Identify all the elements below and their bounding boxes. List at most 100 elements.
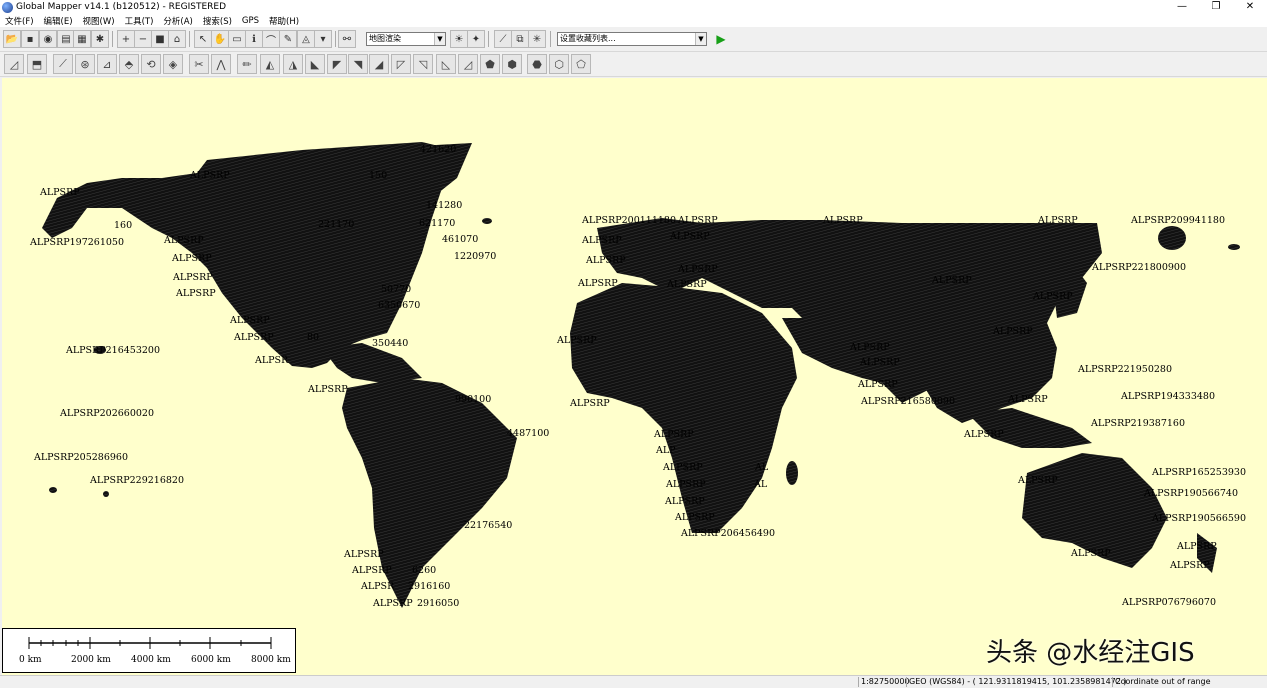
menu-bar: 文件(F) 编辑(E) 视图(W) 工具(T) 分析(A) 搜索(S) GPS …	[0, 14, 1267, 27]
create-area-from-line-icon[interactable]: ⬒	[27, 54, 47, 74]
southeast-asia-coverage	[967, 408, 1092, 448]
config-icon[interactable]: ✱	[91, 30, 109, 48]
menu-gps[interactable]: GPS	[237, 16, 264, 26]
feature-tool-4-icon[interactable]: ◤	[327, 54, 347, 74]
footprint-label: 160	[114, 220, 133, 231]
footprint-label: 6350670	[378, 300, 421, 311]
footprint-label: ALPSRP	[663, 462, 703, 473]
3d-view-icon[interactable]: ⟋	[494, 30, 512, 48]
view-shed-icon[interactable]: ◬	[297, 30, 315, 48]
chevron-down-icon[interactable]: ▼	[695, 33, 706, 45]
shader-icon[interactable]: ☀	[450, 30, 468, 48]
madagascar-coverage	[786, 461, 798, 485]
footprint-label: ALPSRP	[308, 384, 348, 395]
footprint-label: ALPSRP200111180	[582, 215, 677, 226]
feature-tool-11-icon[interactable]: ⬟	[480, 54, 500, 74]
feature-tool-5-icon[interactable]: ◥	[348, 54, 368, 74]
footprint-label: 80	[307, 332, 320, 343]
feature-tool-2-icon[interactable]: ◮	[283, 54, 303, 74]
zoom-out-icon[interactable]: −	[134, 30, 152, 48]
create-line-icon[interactable]: ⟋	[53, 54, 73, 74]
menu-analysis[interactable]: 分析(A)	[158, 15, 197, 27]
feature-tool-9-icon[interactable]: ◺	[436, 54, 456, 74]
chevron-down-icon[interactable]: ▼	[434, 33, 445, 45]
save-icon[interactable]: ▪	[21, 30, 39, 48]
footprint-label: ALPSRP	[850, 342, 890, 353]
footprint-label: 1220970	[454, 251, 497, 262]
move-feature-icon[interactable]: ⬘	[119, 54, 139, 74]
footprint-label: ALPSRP	[172, 253, 212, 264]
footprint-label: ALPSRP	[964, 429, 1004, 440]
restore-button[interactable]: ❐	[1199, 0, 1233, 14]
favorites-combo[interactable]: 设置收藏列表... ▼	[557, 32, 707, 46]
footprint-label: 990100	[455, 394, 492, 405]
scale-bar: 0 km 2000 km 4000 km 6000 km 8000 km	[2, 628, 296, 673]
footprint-label: ALPSRP216580090	[861, 396, 956, 407]
map-view[interactable]: 421620 ALPSRP ALPSRP 160 ALPSRP197261050…	[2, 78, 1267, 675]
scale-tick-label: 6000 km	[191, 655, 231, 665]
feature-tool-8-icon[interactable]: ◹	[413, 54, 433, 74]
footprint-label: ALPSRP	[570, 398, 610, 409]
full-view-icon[interactable]: ■	[151, 30, 169, 48]
render-combo[interactable]: 地图渲染 ▼	[366, 32, 446, 46]
footprint-label: ALPSRP190566740	[1144, 488, 1239, 499]
measure-tool-icon[interactable]: ▭	[228, 30, 246, 48]
create-point-icon[interactable]: ⊛	[75, 54, 95, 74]
render-combo-value: 地图渲染	[369, 34, 401, 43]
join-line-icon[interactable]: ⋀	[211, 54, 231, 74]
minimize-button[interactable]: —	[1165, 0, 1199, 14]
binoculars-icon[interactable]: ⚯	[338, 30, 356, 48]
rotate-feature-icon[interactable]: ⟲	[141, 54, 161, 74]
play-icon[interactable]: ▶	[712, 30, 730, 48]
footprint-label: AL	[755, 462, 769, 473]
feature-tool-7-icon[interactable]: ◸	[391, 54, 411, 74]
menu-help[interactable]: 帮助(H)	[264, 15, 304, 27]
feature-tool-1-icon[interactable]: ◭	[260, 54, 280, 74]
footprint-label: ALPSRP202660020	[60, 408, 155, 419]
sync-icon[interactable]: ⧉	[511, 30, 529, 48]
feature-info-icon[interactable]: ℹ	[245, 30, 263, 48]
zoom-in-icon[interactable]: +	[117, 30, 135, 48]
split-line-icon[interactable]: ✂	[189, 54, 209, 74]
footprint-label: ALPSRP205286960	[34, 452, 129, 463]
feature-tool-3-icon[interactable]: ◣	[305, 54, 325, 74]
select-tool-icon[interactable]: ↖	[194, 30, 212, 48]
hydro-icon[interactable]: ✳	[528, 30, 546, 48]
window-title: Global Mapper v14.1 (b120512) - REGISTER…	[16, 2, 226, 12]
dropdown-tool-icon[interactable]: ▾	[314, 30, 332, 48]
feature-tool-14-icon[interactable]: ⬡	[549, 54, 569, 74]
pan-tool-icon[interactable]: ✋	[211, 30, 229, 48]
feature-tool-6-icon[interactable]: ◢	[369, 54, 389, 74]
edit-vertex-icon[interactable]: ⊿	[97, 54, 117, 74]
footprint-label: ALPSR	[361, 581, 395, 592]
globe-icon[interactable]: ◉	[39, 30, 57, 48]
open-folder-icon[interactable]: 📂	[3, 30, 21, 48]
create-area-icon[interactable]: ◿	[4, 54, 24, 74]
shader-settings-icon[interactable]: ✦	[467, 30, 485, 48]
feature-tool-12-icon[interactable]: ⬢	[502, 54, 522, 74]
footprint-label: ALPSRP	[670, 231, 710, 242]
status-message: Coordinate out of range	[1112, 677, 1211, 687]
scale-tick-label: 4000 km	[131, 655, 171, 665]
overlay-control-icon[interactable]: ▦	[73, 30, 91, 48]
footprint-label: ALPSRP	[173, 272, 213, 283]
menu-view[interactable]: 视图(W)	[78, 15, 120, 27]
menu-file[interactable]: 文件(F)	[0, 15, 39, 27]
digitizer-icon[interactable]: ✎	[279, 30, 297, 48]
path-profile-icon[interactable]: ⌒	[262, 30, 280, 48]
grid-feature-icon[interactable]: ◈	[163, 54, 183, 74]
scale-tick-label: 8000 km	[251, 655, 291, 665]
menu-search[interactable]: 搜索(S)	[198, 15, 237, 27]
draw-line-icon[interactable]: ✏	[237, 54, 257, 74]
menu-edit[interactable]: 编辑(E)	[39, 15, 78, 27]
home-icon[interactable]: ⌂	[168, 30, 186, 48]
close-button[interactable]: ✕	[1233, 0, 1267, 14]
title-bar: Global Mapper v14.1 (b120512) - REGISTER…	[0, 0, 1267, 14]
footprint-label: 221170	[318, 219, 355, 230]
menu-tools[interactable]: 工具(T)	[120, 15, 159, 27]
footprint-label: ALPSRP	[1038, 215, 1078, 226]
footprint-label: ALPSRP076796070	[1122, 597, 1217, 608]
feature-tool-15-icon[interactable]: ⬠	[571, 54, 591, 74]
feature-tool-10-icon[interactable]: ◿	[458, 54, 478, 74]
feature-tool-13-icon[interactable]: ⬣	[527, 54, 547, 74]
